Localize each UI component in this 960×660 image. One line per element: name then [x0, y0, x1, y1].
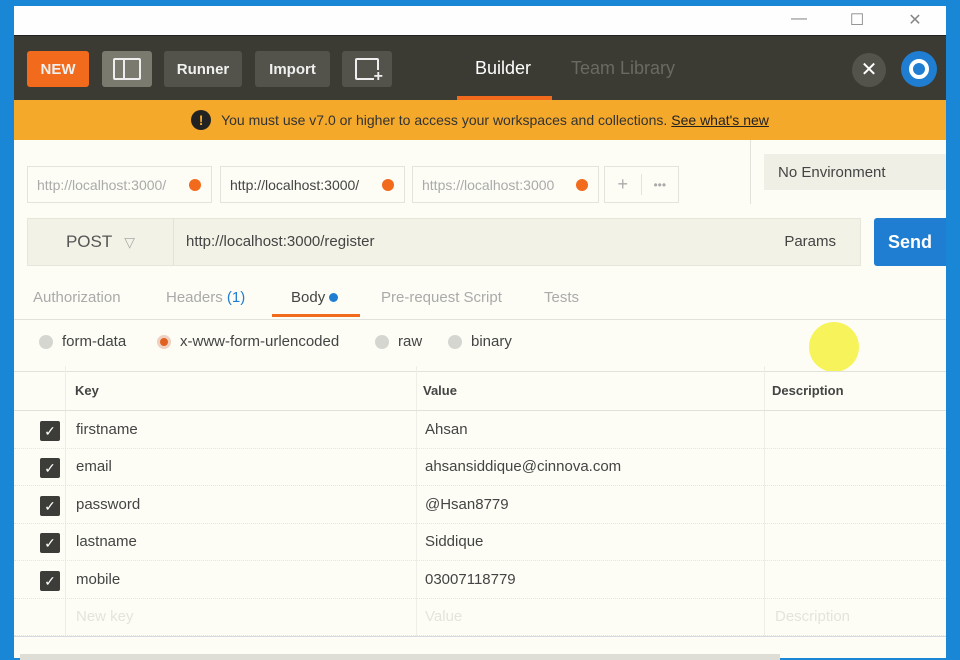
table-row: ✓ password @Hsan8779 [14, 487, 946, 524]
tab-tests[interactable]: Tests [544, 289, 579, 306]
sidebar-icon [113, 58, 141, 80]
tab-body[interactable]: Body [291, 289, 338, 306]
url-input[interactable]: http://localhost:3000/register [186, 233, 374, 250]
radio-icon [448, 335, 462, 349]
tab-builder[interactable]: Builder [475, 58, 531, 79]
environment-select[interactable]: No Environment [764, 154, 946, 190]
table-row: ✓ mobile 03007118779 [14, 562, 946, 599]
unsaved-dot-icon [382, 179, 394, 191]
upgrade-banner: ! You must use v7.0 or higher to access … [14, 100, 946, 140]
cursor-highlight [809, 322, 859, 372]
row-checkbox[interactable]: ✓ [40, 421, 60, 441]
request-tab-active[interactable]: http://localhost:3000/ [220, 166, 405, 203]
table-row: ✓ lastname Siddique [14, 524, 946, 561]
radio-label: raw [398, 333, 422, 350]
import-button[interactable]: Import [255, 51, 330, 87]
headers-label: Headers [166, 289, 223, 306]
radio-selected-icon [157, 335, 171, 349]
banner-message: You must use v7.0 or higher to access yo… [221, 112, 667, 128]
new-value-input[interactable]: Value [425, 608, 462, 625]
minimize-button[interactable]: — [784, 10, 814, 28]
active-subtab-indicator [272, 314, 360, 317]
table-row: ✓ email ahsansiddique@cinnova.com [14, 449, 946, 486]
radio-x-www-form-urlencoded[interactable]: x-www-form-urlencoded [157, 333, 339, 350]
value-cell[interactable]: Siddique [425, 533, 483, 550]
row-checkbox[interactable]: ✓ [40, 496, 60, 516]
method-label: POST [66, 232, 112, 252]
column-header-description: Description [772, 383, 844, 398]
new-description-input[interactable]: Description [775, 608, 850, 625]
add-tab-button[interactable]: + [605, 174, 642, 195]
divider [14, 371, 946, 372]
divider [14, 636, 946, 637]
body-dot-icon [329, 293, 338, 302]
key-cell[interactable]: mobile [76, 571, 120, 588]
method-select[interactable]: POST ▽ [28, 219, 174, 265]
request-tab-label: http://localhost:3000/ [230, 177, 359, 193]
radio-label: form-data [62, 333, 126, 350]
see-whats-new-link[interactable]: See what's new [671, 112, 769, 128]
request-tab-label: http://localhost:3000/ [37, 177, 166, 193]
unsaved-dot-icon [576, 179, 588, 191]
tab-authorization[interactable]: Authorization [33, 289, 121, 306]
key-cell[interactable]: email [76, 458, 112, 475]
sync-icon[interactable] [901, 51, 937, 87]
sidebar-toggle-button[interactable] [102, 51, 152, 87]
interceptor-icon[interactable]: ✕ [852, 53, 886, 87]
key-cell[interactable]: lastname [76, 533, 137, 550]
row-checkbox[interactable]: ✓ [40, 458, 60, 478]
new-key-input[interactable]: New key [76, 608, 134, 625]
request-tab-label: https://localhost:3000 [422, 177, 554, 193]
title-bar: — ☐ ✕ [14, 6, 946, 36]
value-cell[interactable]: Ahsan [425, 421, 468, 438]
tab-actions: + ••• [604, 166, 679, 203]
new-button[interactable]: NEW [27, 51, 89, 87]
value-cell[interactable]: @Hsan8779 [425, 496, 509, 513]
tab-team-library[interactable]: Team Library [571, 58, 675, 79]
radio-icon [375, 335, 389, 349]
maximize-button[interactable]: ☐ [842, 10, 872, 30]
url-bar: POST ▽ http://localhost:3000/register Par… [27, 218, 861, 266]
radio-icon [39, 335, 53, 349]
value-cell[interactable]: ahsansiddique@cinnova.com [425, 458, 621, 475]
new-window-icon: + [355, 58, 379, 80]
radio-raw[interactable]: raw [375, 333, 422, 350]
column-header-value: Value [423, 383, 457, 398]
value-cell[interactable]: 03007118779 [425, 571, 516, 588]
radio-form-data[interactable]: form-data [39, 333, 126, 350]
radio-label: binary [471, 333, 512, 350]
close-button[interactable]: ✕ [900, 10, 930, 30]
headers-count: (1) [227, 289, 245, 306]
postman-window: — ☐ ✕ NEW Runner Import + Builder Team L… [14, 6, 946, 658]
row-checkbox[interactable]: ✓ [40, 533, 60, 553]
request-tab[interactable]: https://localhost:3000 [412, 166, 599, 203]
request-tab[interactable]: http://localhost:3000/ [27, 166, 212, 203]
divider [750, 140, 751, 204]
chevron-down-icon: ▽ [124, 234, 135, 251]
divider [14, 410, 946, 411]
tab-pre-request-script[interactable]: Pre-request Script [381, 289, 502, 306]
toolbar: NEW Runner Import + Builder Team Library… [14, 36, 946, 100]
radio-label: x-www-form-urlencoded [180, 333, 339, 350]
table-row: ✓ firstname Ahsan [14, 412, 946, 449]
warning-icon: ! [191, 110, 211, 130]
params-button[interactable]: Params [784, 233, 836, 250]
row-checkbox[interactable]: ✓ [40, 571, 60, 591]
column-header-key: Key [75, 383, 99, 398]
new-row: New key Value Description [14, 599, 946, 636]
new-window-button[interactable]: + [342, 51, 392, 87]
more-tabs-button[interactable]: ••• [642, 178, 679, 192]
radio-binary[interactable]: binary [448, 333, 512, 350]
key-cell[interactable]: password [76, 496, 140, 513]
divider [14, 319, 946, 320]
body-label: Body [291, 289, 325, 306]
tab-headers[interactable]: Headers (1) [166, 289, 245, 306]
key-cell[interactable]: firstname [76, 421, 138, 438]
runner-button[interactable]: Runner [164, 51, 242, 87]
unsaved-dot-icon [189, 179, 201, 191]
horizontal-scrollbar[interactable] [20, 654, 780, 660]
send-button[interactable]: Send [874, 218, 946, 266]
